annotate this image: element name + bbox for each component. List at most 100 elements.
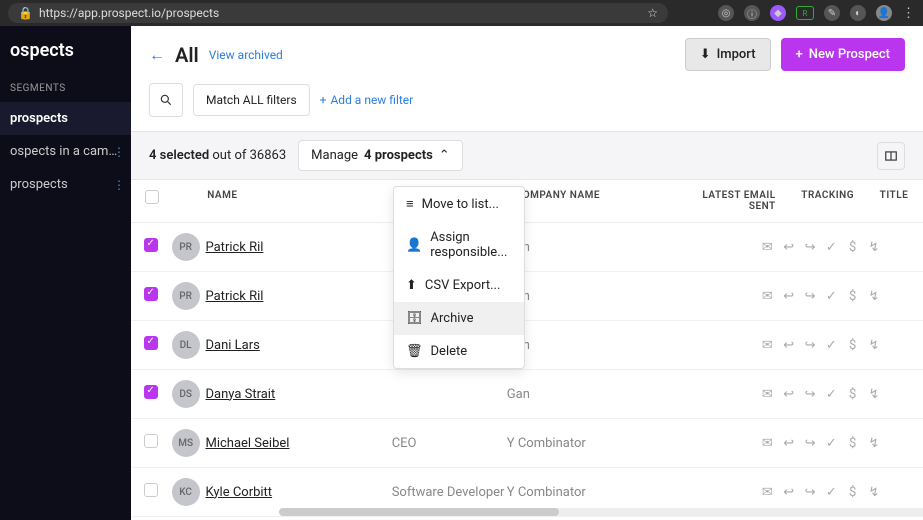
ext-icon-5[interactable]: ✎ bbox=[824, 5, 840, 21]
add-filter-link[interactable]: + Add a new filter bbox=[320, 93, 414, 107]
prospect-name-link[interactable]: Dani Lars bbox=[205, 338, 259, 353]
trend-icon[interactable]: ↯ bbox=[867, 387, 880, 402]
mail-icon[interactable]: ✉ bbox=[761, 338, 774, 353]
col-company[interactable]: COMPANY NAME bbox=[516, 190, 689, 212]
row-actions: ✉ ↩ ↪ ✓ $ ↯ bbox=[761, 289, 881, 304]
prospect-company: Gan bbox=[507, 289, 676, 304]
new-prospect-label: New Prospect bbox=[809, 47, 890, 62]
trend-icon[interactable]: ↯ bbox=[867, 289, 880, 304]
back-arrow-icon[interactable]: ← bbox=[149, 45, 165, 65]
forward-icon[interactable]: ↪ bbox=[803, 338, 816, 353]
reply-icon[interactable]: ↩ bbox=[782, 240, 795, 255]
reply-icon[interactable]: ↩ bbox=[782, 338, 795, 353]
dropdown-item-export[interactable]: ⬆CSV Export... bbox=[394, 269, 524, 302]
dollar-icon[interactable]: $ bbox=[846, 436, 859, 451]
dollar-icon[interactable]: $ bbox=[846, 289, 859, 304]
check-icon[interactable]: ✓ bbox=[825, 485, 838, 500]
ext-icon-6[interactable]: ◐ bbox=[850, 5, 866, 21]
row-checkbox[interactable] bbox=[144, 287, 158, 301]
sidebar-item-2[interactable]: prospects⋮ bbox=[0, 168, 131, 201]
archive-icon: 🗄 bbox=[406, 311, 423, 326]
filter-row: Match ALL filters + Add a new filter bbox=[131, 83, 923, 131]
url-text: https://app.prospect.io/prospects bbox=[39, 6, 219, 20]
dropdown-item-user[interactable]: 👤Assign responsible... bbox=[394, 221, 524, 269]
main: ← All View archived ⬇ Import + New Prosp… bbox=[131, 26, 923, 520]
avatar-icon[interactable]: 👤 bbox=[876, 5, 892, 21]
dollar-icon[interactable]: $ bbox=[846, 485, 859, 500]
trend-icon[interactable]: ↯ bbox=[867, 485, 880, 500]
user-icon: 👤 bbox=[406, 238, 422, 253]
forward-icon[interactable]: ↪ bbox=[803, 436, 816, 451]
match-all-filter[interactable]: Match ALL filters bbox=[193, 84, 310, 116]
search-icon bbox=[159, 93, 173, 107]
trend-icon[interactable]: ↯ bbox=[867, 436, 880, 451]
mail-icon[interactable]: ✉ bbox=[761, 436, 774, 451]
dollar-icon[interactable]: $ bbox=[846, 240, 859, 255]
dropdown-item-list[interactable]: ≡Move to list... bbox=[394, 187, 524, 221]
new-prospect-button[interactable]: + New Prospect bbox=[781, 38, 905, 71]
import-label: Import bbox=[717, 47, 756, 62]
check-icon[interactable]: ✓ bbox=[825, 240, 838, 255]
forward-icon[interactable]: ↪ bbox=[803, 387, 816, 402]
prospect-name-link[interactable]: Michael Seibel bbox=[205, 436, 289, 451]
url-bar[interactable]: 🔒 https://app.prospect.io/prospects ☆ bbox=[8, 3, 668, 23]
prospect-company: Y Combinator bbox=[507, 485, 676, 500]
select-all-checkbox[interactable] bbox=[145, 190, 159, 204]
mail-icon[interactable]: ✉ bbox=[761, 240, 774, 255]
reply-icon[interactable]: ↩ bbox=[782, 436, 795, 451]
col-name[interactable]: NAME bbox=[207, 190, 398, 212]
reply-icon[interactable]: ↩ bbox=[782, 387, 795, 402]
check-icon[interactable]: ✓ bbox=[825, 436, 838, 451]
reply-icon[interactable]: ↩ bbox=[782, 289, 795, 304]
row-checkbox[interactable] bbox=[144, 434, 158, 448]
manage-dropdown: ≡Move to list...👤Assign responsible...⬆C… bbox=[393, 186, 525, 369]
dollar-icon[interactable]: $ bbox=[846, 387, 859, 402]
sidebar-title: ospects bbox=[0, 40, 131, 75]
search-button[interactable] bbox=[149, 83, 183, 117]
forward-icon[interactable]: ↪ bbox=[803, 289, 816, 304]
col-tracking[interactable]: TRACKING bbox=[776, 190, 880, 212]
check-icon[interactable]: ✓ bbox=[825, 289, 838, 304]
trend-icon[interactable]: ↯ bbox=[867, 338, 880, 353]
prospect-name-link[interactable]: Patrick Ril bbox=[205, 289, 263, 304]
ext-icon-1[interactable]: ◎ bbox=[718, 5, 734, 21]
dollar-icon[interactable]: $ bbox=[846, 338, 859, 353]
browser-chrome: 🔒 https://app.prospect.io/prospects ☆ ◎ … bbox=[0, 0, 923, 26]
reply-icon[interactable]: ↩ bbox=[782, 485, 795, 500]
prospect-name-link[interactable]: Patrick Ril bbox=[205, 240, 263, 255]
col-title[interactable]: TITLE bbox=[880, 190, 923, 212]
table-row: PRPatrick RilGan✉↩↪✓$↯ bbox=[131, 223, 923, 272]
col-email[interactable]: LATEST EMAIL SENT bbox=[689, 190, 776, 212]
prospect-name-link[interactable]: Kyle Corbitt bbox=[205, 485, 272, 500]
row-checkbox[interactable] bbox=[144, 336, 158, 350]
import-button[interactable]: ⬇ Import bbox=[685, 38, 771, 71]
star-icon[interactable]: ☆ bbox=[647, 6, 658, 20]
sidebar-item-menu-icon[interactable]: ⋮ bbox=[113, 178, 125, 192]
forward-icon[interactable]: ↪ bbox=[803, 485, 816, 500]
mail-icon[interactable]: ✉ bbox=[761, 485, 774, 500]
sidebar-item-0[interactable]: prospects bbox=[0, 102, 131, 135]
trend-icon[interactable]: ↯ bbox=[867, 240, 880, 255]
prospect-name-link[interactable]: Danya Strait bbox=[205, 387, 275, 402]
mail-icon[interactable]: ✉ bbox=[761, 387, 774, 402]
row-checkbox[interactable] bbox=[144, 385, 158, 399]
dropdown-item-archive[interactable]: 🗄Archive bbox=[394, 302, 524, 335]
columns-button[interactable] bbox=[877, 142, 905, 170]
ext-icon-4[interactable]: R bbox=[796, 6, 814, 20]
check-icon[interactable]: ✓ bbox=[825, 387, 838, 402]
row-checkbox[interactable] bbox=[144, 238, 158, 252]
scroll-thumb[interactable] bbox=[279, 508, 559, 516]
check-icon[interactable]: ✓ bbox=[825, 338, 838, 353]
h-scrollbar[interactable] bbox=[279, 508, 923, 516]
ext-icon-2[interactable]: ⓘ bbox=[744, 5, 760, 21]
sidebar-item-menu-icon[interactable]: ⋮ bbox=[113, 145, 125, 159]
ext-icon-3[interactable]: ◆ bbox=[770, 5, 786, 21]
dropdown-item-trash[interactable]: 🗑Delete bbox=[394, 335, 524, 368]
kebab-icon[interactable]: ⋮ bbox=[902, 6, 915, 21]
forward-icon[interactable]: ↪ bbox=[803, 240, 816, 255]
mail-icon[interactable]: ✉ bbox=[761, 289, 774, 304]
row-checkbox[interactable] bbox=[144, 483, 158, 497]
view-archived-link[interactable]: View archived bbox=[209, 48, 283, 62]
sidebar-item-1[interactable]: ospects in a campai...⋮ bbox=[0, 135, 131, 168]
manage-prospects-button[interactable]: Manage 4 prospects ⌃ bbox=[298, 140, 463, 171]
